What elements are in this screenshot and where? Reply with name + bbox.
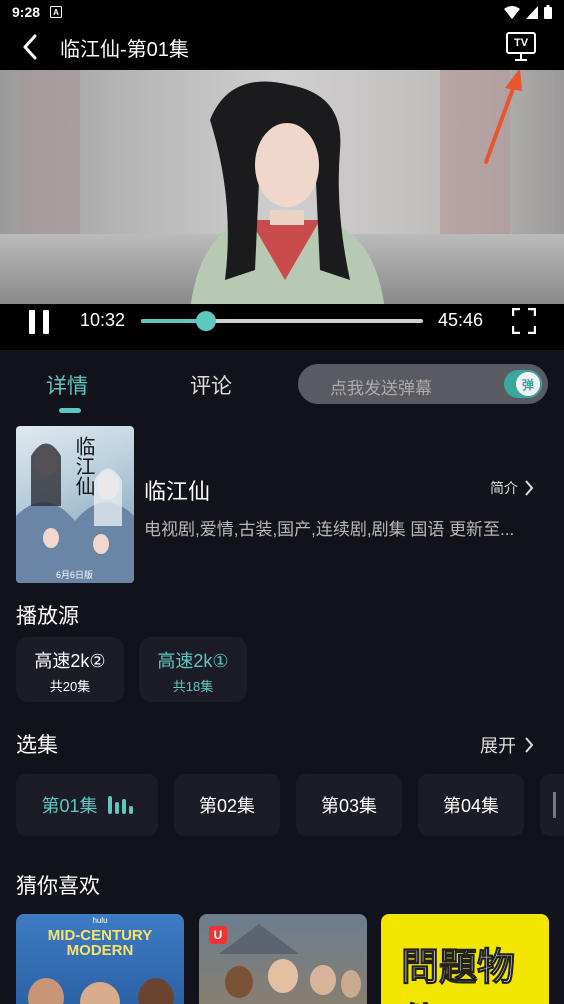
poster-title-text: 临江仙 xyxy=(72,436,96,496)
player-controls: 10:32 45:46 xyxy=(0,304,564,350)
episodes-title: 选集 xyxy=(16,734,58,757)
status-time: 9:28 xyxy=(12,4,41,20)
source-option[interactable]: 高速2k① 共18集 xyxy=(139,637,247,702)
video-frame-character xyxy=(190,81,385,304)
rec-title: MID-CENTURY MODERN xyxy=(16,928,184,958)
annotation-arrow xyxy=(484,70,522,164)
intro-link[interactable]: 简介 xyxy=(490,478,534,498)
danmaku-toggle-knob: 弹 xyxy=(516,372,540,396)
pause-icon xyxy=(29,310,35,334)
sources-title: 播放源 xyxy=(16,605,79,628)
cast-to-tv-button[interactable]: TV xyxy=(506,32,538,62)
tab-comment[interactable]: 评论 xyxy=(190,370,232,400)
intro-label: 简介 xyxy=(490,480,518,496)
back-button[interactable] xyxy=(0,24,60,70)
pause-button[interactable] xyxy=(28,310,52,334)
episode-label: 第01集 xyxy=(41,796,98,816)
episode-label: 第03集 xyxy=(320,796,378,816)
episode-button[interactable]: 第03集 xyxy=(296,774,402,836)
danmaku-toggle[interactable]: 弹 xyxy=(504,370,542,398)
rec-title: 問題物件 xyxy=(401,944,516,1004)
episode-button[interactable]: 第01集 xyxy=(16,774,158,836)
danmaku-placeholder: 点我发送弹幕 xyxy=(330,379,432,398)
source-name: 高速2k② xyxy=(34,651,106,671)
episode-label: 第04集 xyxy=(442,796,500,816)
episode-button-partial[interactable] xyxy=(540,774,564,836)
recommendation-card[interactable]: 問題物件 xyxy=(381,914,549,1004)
expand-episodes-link[interactable]: 展开 xyxy=(480,732,534,758)
battery-icon xyxy=(544,5,552,19)
active-tab-indicator xyxy=(59,408,81,413)
now-playing-icon xyxy=(107,796,133,814)
rec-thumbnail-art xyxy=(28,978,174,1004)
recommendations-title: 猜你喜欢 xyxy=(16,875,100,898)
back-arrow-icon xyxy=(23,34,37,60)
show-poster[interactable]: 临江仙 6月6日版 xyxy=(16,426,134,583)
fullscreen-button[interactable] xyxy=(511,307,537,335)
recommendation-card[interactable]: U xyxy=(199,914,367,1004)
episode-label: 第02集 xyxy=(198,796,256,816)
partial-episode-marker xyxy=(552,792,556,818)
rec-thumbnail-art xyxy=(219,924,361,998)
show-meta: 电视剧,爱情,古装,国产,连续剧,剧集 国语 更新至... xyxy=(144,520,515,539)
chevron-right-icon xyxy=(525,737,534,753)
show-title: 临江仙 xyxy=(144,479,211,504)
seek-handle[interactable] xyxy=(195,311,216,331)
source-episode-count: 共18集 xyxy=(172,679,214,694)
rec-brand: hulu xyxy=(92,916,108,925)
current-time: 10:32 xyxy=(80,310,126,330)
total-time: 45:46 xyxy=(438,310,484,330)
page-title: 临江仙-第01集 xyxy=(60,38,189,61)
danmaku-input[interactable]: 点我发送弹幕 弹 xyxy=(298,364,548,404)
episode-button[interactable]: 第02集 xyxy=(174,774,280,836)
recommendation-card[interactable]: hulu MID-CENTURY MODERN xyxy=(16,914,184,1004)
tv-stand-icon xyxy=(515,54,527,61)
pause-icon xyxy=(43,310,49,334)
source-episode-count: 共20集 xyxy=(49,679,91,694)
app-header: 临江仙-第01集 TV xyxy=(0,24,564,70)
fullscreen-icon xyxy=(511,307,537,335)
source-option[interactable]: 高速2k② 共20集 xyxy=(16,637,124,702)
poster-date: 6月6日版 xyxy=(56,570,94,580)
tab-bar: 详情 评论 点我发送弹幕 弹 xyxy=(0,350,564,420)
tv-icon: TV xyxy=(506,32,536,54)
seek-bar[interactable] xyxy=(141,311,423,331)
status-bar: 9:28 A xyxy=(0,0,564,24)
episode-button[interactable]: 第04集 xyxy=(418,774,524,836)
chevron-right-icon xyxy=(525,480,534,496)
notification-icon: A xyxy=(50,6,63,18)
wifi-icon xyxy=(504,5,520,19)
source-name: 高速2k① xyxy=(157,651,229,671)
rec-title-line: MODERN xyxy=(66,942,134,959)
tab-detail[interactable]: 详情 xyxy=(46,370,88,400)
expand-label: 展开 xyxy=(480,736,516,756)
cellular-signal-icon xyxy=(526,5,538,19)
video-player[interactable] xyxy=(0,70,564,304)
